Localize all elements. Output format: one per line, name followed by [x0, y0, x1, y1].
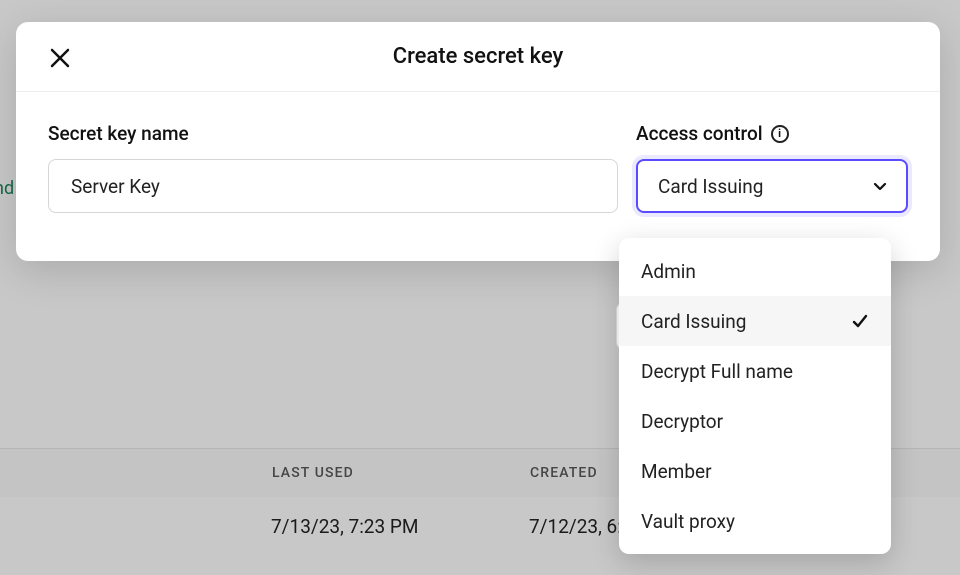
modal-title: Create secret key — [393, 44, 564, 69]
close-icon — [49, 47, 71, 69]
field-secret-key-name: Secret key name — [48, 122, 618, 213]
chevron-down-icon — [872, 178, 888, 194]
dropdown-option-vault-proxy[interactable]: Vault proxy — [619, 496, 891, 546]
access-control-dropdown: Admin Card Issuing Decrypt Full name Dec… — [619, 238, 891, 554]
dropdown-option-label: Decrypt Full name — [641, 360, 793, 383]
secret-key-name-input[interactable] — [48, 159, 618, 213]
dropdown-option-member[interactable]: Member — [619, 446, 891, 496]
dropdown-option-decryptor[interactable]: Decryptor — [619, 396, 891, 446]
dropdown-option-decrypt-full-name[interactable]: Decrypt Full name — [619, 346, 891, 396]
label-secret-key-name: Secret key name — [48, 122, 618, 145]
dropdown-option-label: Card Issuing — [641, 310, 746, 333]
label-access-control: Access control i — [636, 122, 908, 145]
dropdown-option-label: Member — [641, 460, 712, 483]
dropdown-option-label: Admin — [641, 260, 696, 283]
field-access-control: Access control i Card Issuing — [636, 122, 908, 213]
access-control-select[interactable]: Card Issuing — [636, 159, 908, 213]
dropdown-option-card-issuing[interactable]: Card Issuing — [619, 296, 891, 346]
dropdown-option-label: Decryptor — [641, 410, 723, 433]
label-access-control-text: Access control — [636, 122, 763, 145]
close-button[interactable] — [46, 44, 74, 72]
modal-header: Create secret key — [16, 22, 940, 92]
info-icon[interactable]: i — [771, 125, 789, 143]
modal-body: Secret key name Access control i Card Is… — [16, 92, 940, 261]
dropdown-option-label: Vault proxy — [641, 510, 735, 533]
access-control-selected-value: Card Issuing — [658, 175, 763, 198]
check-icon — [851, 312, 869, 330]
dropdown-option-admin[interactable]: Admin — [619, 246, 891, 296]
create-secret-key-modal: Create secret key Secret key name Access… — [16, 22, 940, 261]
